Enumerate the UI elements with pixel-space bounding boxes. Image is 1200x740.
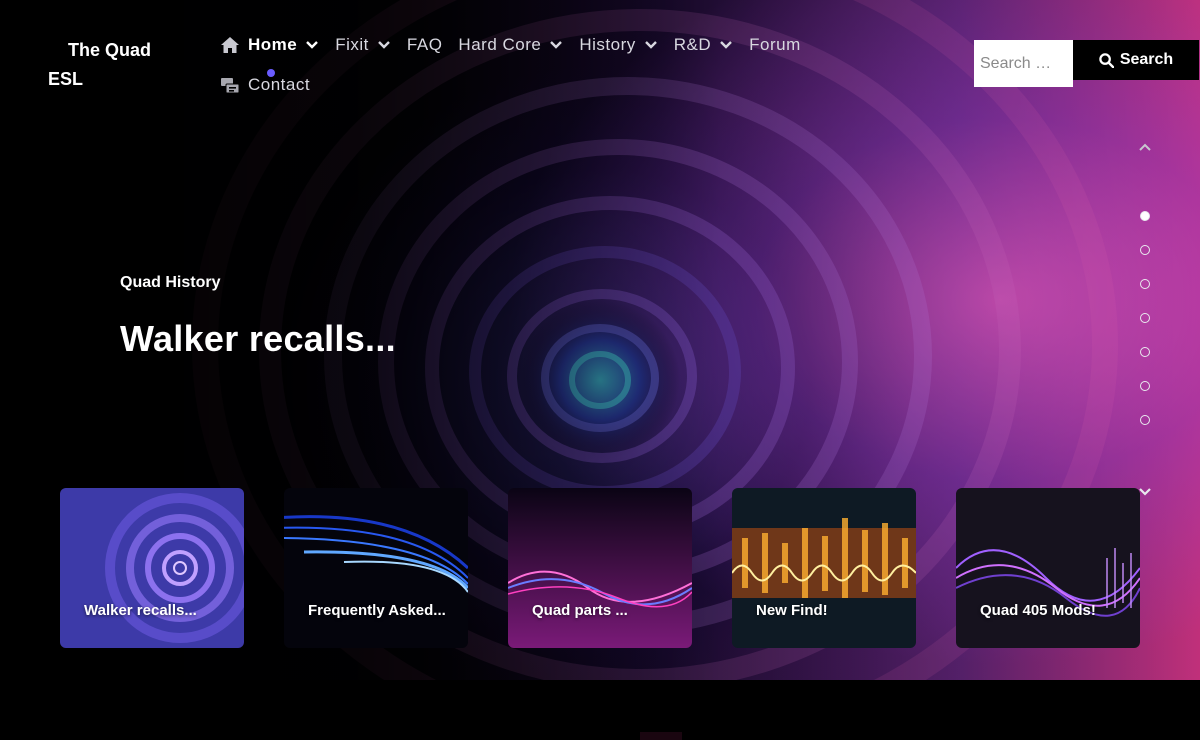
thumbnail-card[interactable]: Walker recalls...: [60, 488, 244, 648]
search-button-label: Search: [1119, 51, 1174, 68]
main-nav: Home Fixit FAQ Hard Core History R&D For…: [220, 30, 860, 100]
pager-dot[interactable]: [1140, 245, 1150, 255]
chevron-up-icon[interactable]: [1138, 140, 1152, 154]
nav-label-fixit: Fixit: [335, 35, 369, 54]
pager-dot[interactable]: [1140, 211, 1150, 221]
card-label: Frequently Asked...: [308, 602, 446, 619]
site-title-line1: The Quad: [68, 40, 152, 60]
chevron-down-icon[interactable]: [1138, 485, 1152, 499]
chevron-down-icon: [378, 41, 390, 49]
card-label: Walker recalls...: [84, 602, 197, 619]
pager-dot[interactable]: [1140, 279, 1150, 289]
nav-item-faq[interactable]: FAQ: [407, 35, 443, 55]
nav-label-history: History: [579, 35, 636, 54]
card-image: [284, 488, 468, 648]
chevron-down-icon: [306, 41, 319, 49]
slide-title[interactable]: Walker recalls...: [120, 318, 396, 360]
nav-label-home: Home: [248, 35, 298, 54]
site-logo[interactable]: The Quad ESL: [48, 36, 178, 94]
pager-dot[interactable]: [1140, 313, 1150, 323]
thumbnail-card[interactable]: New Find!: [732, 488, 916, 648]
nav-item-hard-core[interactable]: Hard Core: [458, 35, 563, 55]
nav-item-fixit[interactable]: Fixit: [335, 35, 391, 55]
card-label: Quad parts ...: [532, 602, 628, 619]
nav-item-contact[interactable]: Contact: [220, 75, 310, 95]
site-title-line2: ESL: [48, 69, 84, 89]
pager-dot[interactable]: [1140, 381, 1150, 391]
slide-thumbnails: Walker recalls... Frequently Asked... Qu…: [60, 488, 1140, 648]
nav-label-rnd: R&D: [673, 35, 712, 54]
search-form: Search: [974, 40, 1199, 87]
chevron-down-icon: [720, 41, 733, 49]
nav-label-contact: Contact: [248, 75, 311, 94]
nav-item-history[interactable]: History: [579, 35, 657, 55]
card-image: [956, 488, 1140, 648]
pager-dot[interactable]: [1140, 415, 1150, 425]
search-icon: [1099, 52, 1114, 68]
thumbnail-card[interactable]: Quad parts ...: [508, 488, 692, 648]
footer-edge: [640, 732, 682, 740]
nav-item-forum[interactable]: Forum: [749, 35, 801, 55]
thumbnail-card[interactable]: Frequently Asked...: [284, 488, 468, 648]
pager-dot[interactable]: [1140, 347, 1150, 357]
nav-label-hard-core: Hard Core: [458, 35, 542, 54]
nav-label-faq: FAQ: [406, 35, 443, 54]
card-image: [60, 488, 244, 648]
card-label: Quad 405 Mods!: [980, 602, 1096, 619]
card-label: New Find!: [756, 602, 828, 619]
contact-card-icon: [221, 78, 240, 94]
nav-label-forum: Forum: [749, 35, 801, 54]
slide-category[interactable]: Quad History: [120, 274, 220, 292]
chevron-down-icon: [644, 41, 657, 49]
card-image: [508, 488, 692, 648]
search-input[interactable]: [974, 40, 1073, 87]
nav-item-home[interactable]: Home: [220, 35, 319, 77]
slider-pager: [1133, 136, 1157, 500]
thumbnail-card[interactable]: Quad 405 Mods!: [956, 488, 1140, 648]
nav-item-rnd[interactable]: R&D: [674, 35, 733, 55]
card-image: [732, 488, 916, 648]
search-button[interactable]: Search: [1073, 40, 1199, 80]
chevron-down-icon: [550, 41, 563, 49]
home-icon: [221, 37, 239, 53]
